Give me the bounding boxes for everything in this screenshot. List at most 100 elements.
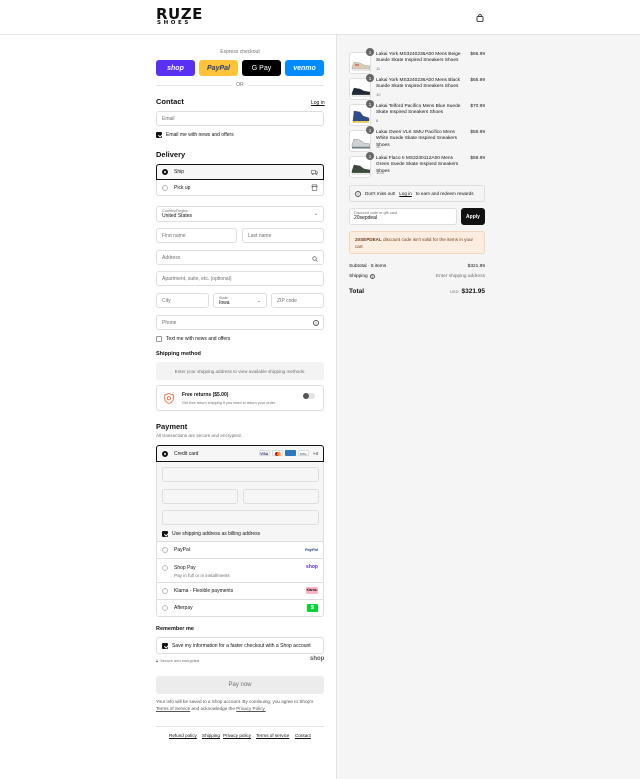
ship-option[interactable]: Ship bbox=[156, 164, 324, 180]
pickup-label: Pick up bbox=[174, 184, 191, 191]
shop-pay-logo: shop bbox=[306, 564, 318, 570]
email-news-checkbox[interactable]: Email me with news and offers bbox=[156, 132, 234, 138]
free-returns-toggle[interactable] bbox=[303, 393, 315, 399]
discount-error-code: 20SEPDEAL bbox=[355, 237, 382, 242]
shop-pay-button[interactable]: shop bbox=[156, 60, 195, 76]
pay-now-button[interactable]: Pay now bbox=[156, 676, 324, 694]
chevron-down-icon: ⌄ bbox=[313, 211, 318, 217]
text-news-checkbox[interactable]: Text me with news and offers bbox=[156, 336, 230, 342]
quantity-badge: 1 bbox=[366, 100, 374, 108]
state-select[interactable]: State Iowa ⌄ bbox=[213, 293, 267, 308]
last-name-field[interactable]: Last name bbox=[242, 228, 324, 243]
checkbox-checked[interactable] bbox=[162, 531, 168, 537]
credit-card-option[interactable]: Credit card VISA DISC +4 bbox=[156, 445, 324, 462]
product-size: 10.5 bbox=[376, 169, 384, 175]
rewards-notice: i Don't miss out! Log in to earn and red… bbox=[349, 185, 485, 202]
shopping-bag-icon[interactable] bbox=[476, 14, 484, 22]
shoe-image bbox=[351, 87, 370, 97]
help-icon[interactable]: ? bbox=[369, 274, 375, 279]
text-news-label: Text me with news and offers bbox=[166, 336, 231, 342]
brand-logo[interactable]: RUZE SHOES bbox=[156, 7, 202, 27]
or-text: OR bbox=[236, 82, 244, 88]
apartment-field[interactable]: Apartment, suite, etc. (optional) bbox=[156, 271, 324, 286]
footer-terms-link[interactable]: Terms of service bbox=[256, 733, 289, 738]
discount-code-field[interactable]: Discount code or gift card 20sepdeal bbox=[349, 208, 457, 225]
google-pay-button[interactable]: G Pay bbox=[242, 60, 281, 76]
pickup-radio[interactable] bbox=[162, 184, 168, 191]
address-placeholder: Address bbox=[162, 254, 181, 261]
address-field[interactable]: Address bbox=[156, 250, 324, 265]
apply-button[interactable]: Apply bbox=[461, 208, 485, 225]
country-value: United States bbox=[162, 213, 193, 219]
cart-item: 1 Lakai York MS3240236A00 Mens Black Sue… bbox=[349, 74, 485, 100]
security-code-field[interactable] bbox=[243, 489, 319, 504]
cart-item: 1 Lakai Telford Pacifico Mens Blue Suede… bbox=[349, 100, 485, 126]
total-value: $321.95 bbox=[461, 288, 486, 295]
paypal-button[interactable]: PayPal bbox=[199, 60, 238, 76]
visa-icon: VISA bbox=[258, 450, 270, 456]
email-field[interactable]: Email bbox=[156, 111, 324, 126]
klarna-label: Klarna - Flexible payments bbox=[174, 588, 234, 594]
free-returns-title: Free returns ($5.00) bbox=[182, 392, 229, 398]
product-price: $66.99 bbox=[470, 52, 485, 57]
shipping-notice: Enter your shipping address to view avai… bbox=[156, 362, 324, 380]
name-on-card-field[interactable] bbox=[162, 510, 319, 525]
quantity-badge: 1 bbox=[366, 152, 374, 160]
help-icon[interactable]: ? bbox=[313, 319, 319, 326]
expiry-field[interactable] bbox=[162, 489, 238, 504]
rewards-login-link[interactable]: Log in bbox=[399, 191, 412, 196]
currency-code: USD bbox=[450, 289, 459, 294]
footer-divider bbox=[156, 726, 324, 727]
ship-radio[interactable] bbox=[162, 169, 168, 175]
shoe-image bbox=[351, 138, 370, 149]
footer-privacy-link[interactable]: Privacy policy bbox=[223, 733, 251, 738]
city-field[interactable]: City bbox=[156, 293, 209, 308]
rewards-text-1: Don't miss out! bbox=[365, 191, 396, 196]
footer-contact-link[interactable]: Contact bbox=[295, 733, 311, 738]
shop-pay-radio[interactable] bbox=[162, 565, 168, 571]
paypal-option[interactable]: PayPal PayPal bbox=[156, 542, 324, 559]
mastercard-icon bbox=[271, 450, 283, 456]
footer-refund-link[interactable]: Refund policy bbox=[169, 733, 197, 738]
footer-shipping-link[interactable]: Shipping bbox=[202, 733, 220, 738]
afterpay-option[interactable]: Afterpay $ bbox=[156, 600, 324, 617]
paypal-radio[interactable] bbox=[162, 547, 168, 553]
product-size: 10 bbox=[376, 91, 381, 97]
country-select[interactable]: Country/Region United States ⌄ bbox=[156, 206, 324, 222]
venmo-button[interactable]: venmo bbox=[285, 60, 324, 76]
payment-heading: Payment bbox=[156, 422, 188, 431]
privacy-link[interactable]: Privacy Policy. bbox=[236, 706, 266, 711]
contact-heading: Contact bbox=[156, 97, 184, 106]
save-info-checkbox[interactable]: Save my information for a faster checkou… bbox=[162, 643, 311, 649]
secure-text: Secure and encrypted bbox=[160, 658, 200, 663]
discount-error: 20SEPDEAL discount code isn't valid for … bbox=[349, 231, 485, 254]
credit-card-radio[interactable] bbox=[162, 450, 168, 457]
klarna-option[interactable]: Klarna - Flexible payments Klarna. bbox=[156, 583, 324, 600]
subtotal-label: Subtotal · 5 items bbox=[349, 264, 387, 269]
free-returns-box[interactable]: Free returns ($5.00) Get free return shi… bbox=[156, 385, 324, 411]
login-link[interactable]: Log in bbox=[311, 100, 325, 106]
cart-item: 1 Lakai Owen VLK SMU Pacifico Mens White… bbox=[349, 126, 485, 152]
card-fields-area: Use shipping address as billing address bbox=[156, 462, 324, 542]
credit-card-label: Credit card bbox=[174, 450, 199, 457]
afterpay-radio[interactable] bbox=[162, 605, 168, 611]
card-number-field[interactable] bbox=[162, 467, 319, 482]
shop-pay-label: Shop Pay bbox=[174, 565, 196, 571]
shipping-row: Shipping? Enter shipping address bbox=[349, 274, 485, 279]
lock-icon: 🔒︎ bbox=[156, 658, 159, 663]
pickup-option[interactable]: Pick up bbox=[156, 180, 324, 196]
checkbox-checked[interactable] bbox=[156, 132, 162, 138]
phone-field[interactable]: Phone ? bbox=[156, 315, 324, 330]
checkbox-checked[interactable] bbox=[162, 643, 168, 649]
discount-value: 20sepdeal bbox=[354, 215, 378, 221]
afterpay-label: Afterpay bbox=[174, 605, 193, 611]
first-name-field[interactable]: First name bbox=[156, 228, 237, 243]
terms-link[interactable]: Terms of Service bbox=[156, 706, 190, 711]
zip-field[interactable]: ZIP code bbox=[271, 293, 324, 308]
klarna-radio[interactable] bbox=[162, 588, 168, 594]
shop-pay-option[interactable]: Shop Pay Pay in full or in installments … bbox=[156, 559, 324, 583]
save-info-box[interactable]: Save my information for a faster checkou… bbox=[156, 637, 324, 654]
checkbox-unchecked[interactable] bbox=[156, 336, 162, 342]
ship-label: Ship bbox=[174, 169, 185, 175]
billing-address-checkbox[interactable]: Use shipping address as billing address bbox=[162, 531, 260, 537]
